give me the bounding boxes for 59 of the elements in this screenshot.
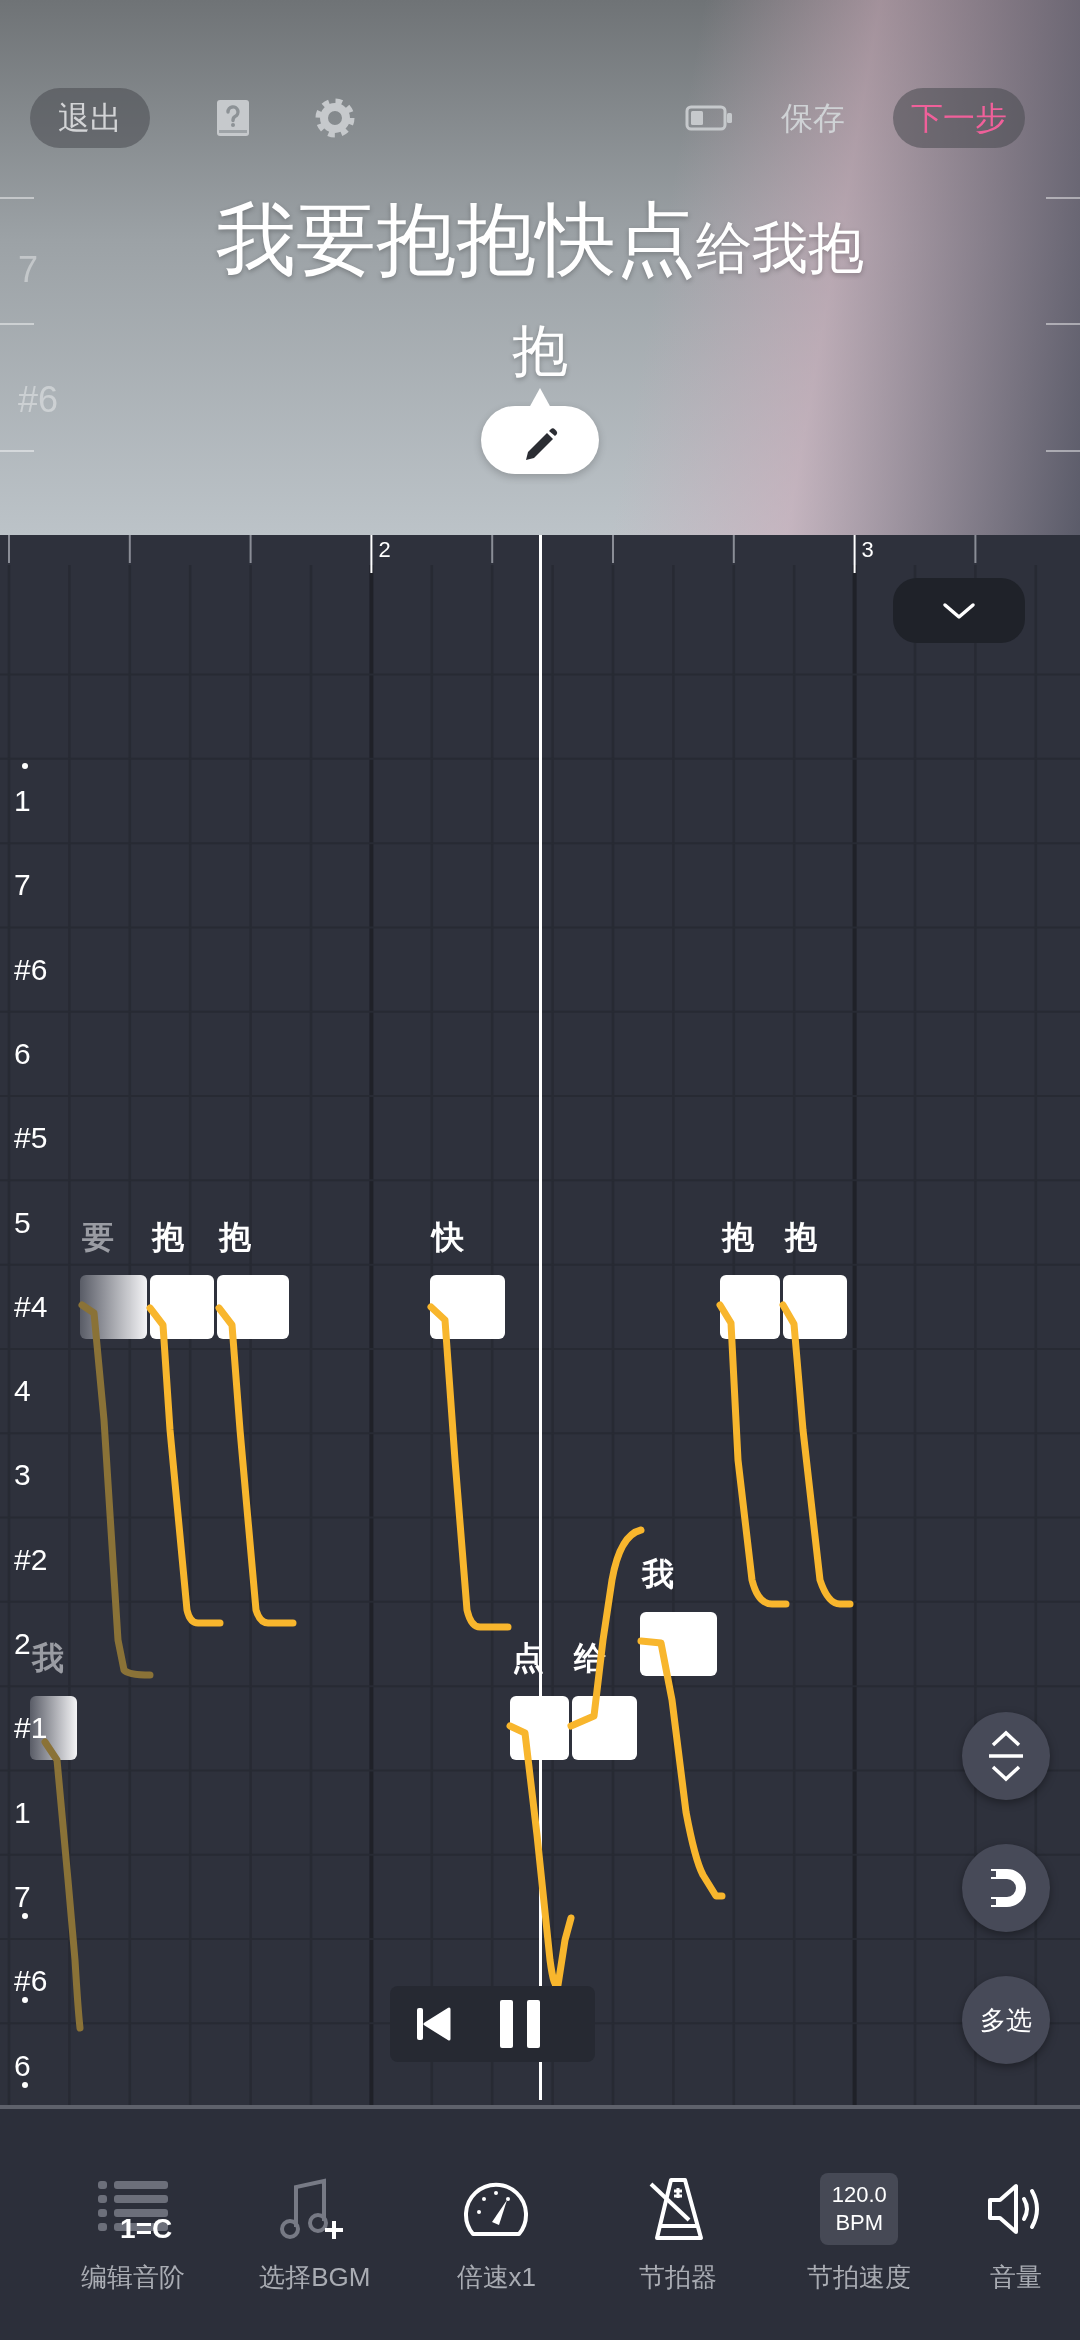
pitch-label: 1 — [14, 1797, 31, 1828]
note-lyric: 我 — [642, 1556, 674, 1592]
lyrics-text: 抱 — [512, 319, 568, 382]
exit-button[interactable]: 退出 — [30, 88, 150, 148]
pitch-label: 4 — [14, 1376, 31, 1407]
toolbar-label: 编辑音阶 — [81, 2261, 186, 2293]
note-block[interactable] — [572, 1696, 637, 1761]
pitch-label: #6 — [14, 954, 48, 985]
note-block[interactable] — [80, 1274, 147, 1339]
toolbar-button[interactable]: 节拍器 — [589, 2109, 766, 2340]
skip-back-button[interactable] — [415, 2005, 451, 2043]
pitch-label: 1 — [14, 786, 31, 816]
note-lyric: 抱 — [152, 1218, 184, 1255]
pitch-label: 6 — [14, 1038, 31, 1069]
note-lyric: 抱 — [722, 1218, 754, 1255]
toolbar-label: 选择BGM — [259, 2261, 371, 2293]
tempo-value: 120.0 — [831, 2181, 887, 2209]
note-block[interactable] — [430, 1274, 505, 1339]
toolbar-button[interactable]: 1=C 编辑音阶 — [45, 2109, 222, 2340]
toolbar-button[interactable]: 音量 — [952, 2109, 1080, 2340]
pitch-label: #4 — [14, 1291, 48, 1322]
note-lyric: 抱 — [785, 1218, 817, 1255]
multi-select-button[interactable]: 多选 — [962, 1976, 1050, 2064]
lyrics-text: 给我抱 — [696, 216, 864, 279]
note-block[interactable] — [217, 1274, 289, 1339]
pitch-label: 7 — [14, 1881, 31, 1912]
note-lyric: 快 — [432, 1218, 464, 1255]
pitch-label: #2 — [14, 1544, 48, 1575]
bar-number: 3 — [861, 537, 874, 563]
toolbar-label: 音量 — [990, 2261, 1043, 2293]
up-down-icon — [986, 1728, 1026, 1784]
toolbar-button[interactable]: 选择BGM — [226, 2109, 403, 2340]
pause-button[interactable] — [499, 1999, 541, 2049]
pitch-label: 2 — [14, 1629, 31, 1659]
pitch-label: 5 — [14, 1207, 31, 1238]
skip-back-icon — [415, 2005, 451, 2043]
note-lyric: 要 — [82, 1218, 114, 1255]
tempo-unit: BPM — [835, 2209, 884, 2237]
pitch-label: #6 — [14, 1966, 48, 1997]
note-block[interactable] — [720, 1274, 780, 1339]
pause-icon — [499, 1999, 541, 2049]
toolbar-button[interactable]: 倍速x1 — [408, 2109, 585, 2340]
battery-icon — [685, 105, 733, 131]
pitch-label: 7 — [14, 870, 31, 901]
toolbar-button[interactable]: 120.0 BPM 节拍速度 — [771, 2109, 948, 2340]
toolbar-label: 节拍速度 — [807, 2261, 912, 2293]
pitch-label: #5 — [14, 1123, 48, 1154]
pitch-label: 6 — [14, 2050, 31, 2081]
pitch-label: #1 — [14, 1713, 48, 1744]
note-block[interactable] — [783, 1274, 847, 1339]
toolbar-label: 倍速x1 — [456, 2261, 536, 2293]
note-lyric: 我 — [32, 1640, 64, 1677]
note-lyric: 抱 — [219, 1218, 251, 1255]
pitch-label: 3 — [14, 1460, 31, 1491]
scale-label: 1=C — [120, 2215, 173, 2243]
lyrics-text: 我要抱抱快点 — [216, 195, 696, 285]
toolbar-label: 节拍器 — [638, 2261, 717, 2293]
note-block[interactable] — [150, 1274, 214, 1339]
bar-number: 2 — [378, 537, 391, 563]
